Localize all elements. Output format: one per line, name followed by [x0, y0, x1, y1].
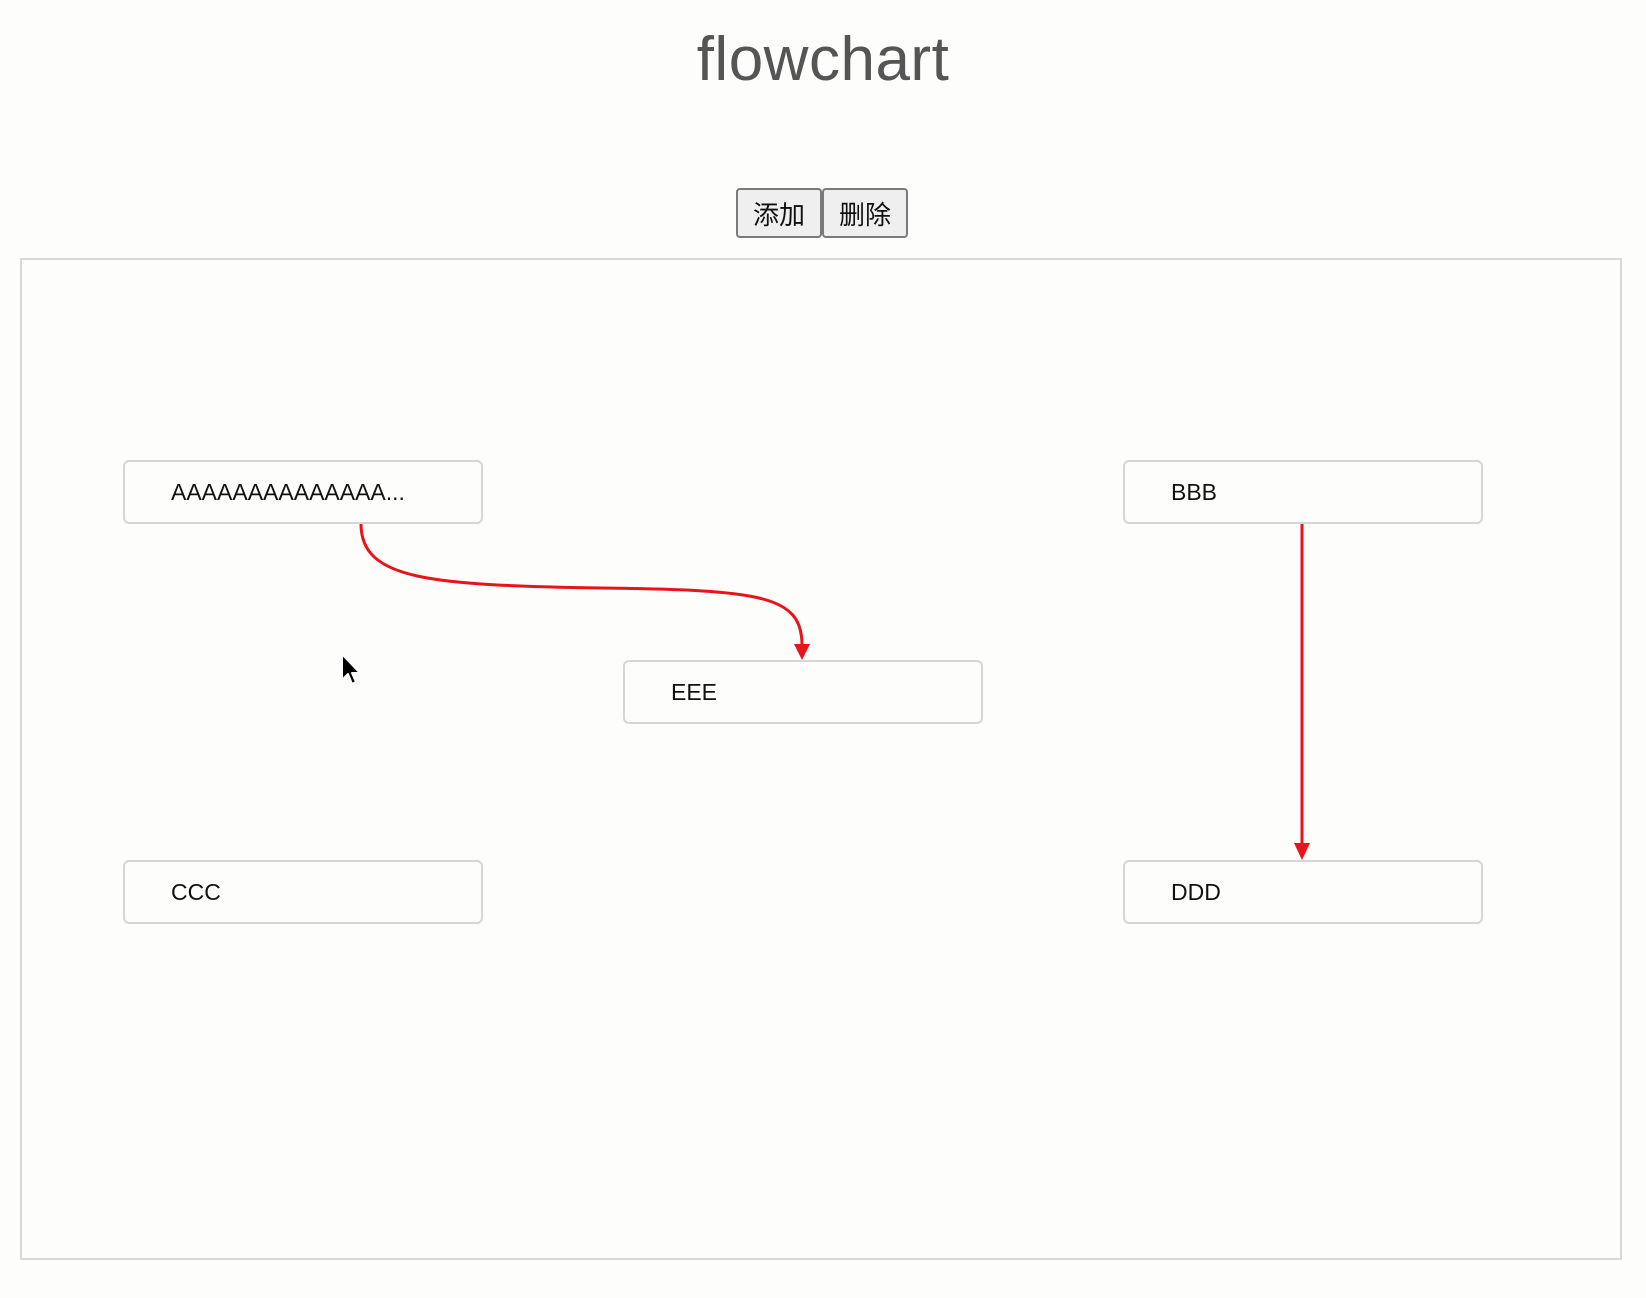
node-e-label: EEE [671, 679, 718, 705]
node-d[interactable]: DDD [1123, 860, 1483, 924]
mouse-cursor-icon [341, 653, 361, 685]
toolbar: 添加 删除 [736, 188, 908, 238]
delete-button[interactable]: 删除 [822, 188, 908, 238]
node-b-label: BBB [1171, 479, 1218, 505]
node-c-label: CCC [171, 879, 221, 905]
add-button[interactable]: 添加 [736, 188, 822, 238]
node-d-label: DDD [1171, 879, 1221, 905]
node-b[interactable]: BBB [1123, 460, 1483, 524]
flowchart-canvas[interactable]: AAAAAAAAAAAAAA... BBB EEE CCC DDD [20, 258, 1622, 1260]
node-a[interactable]: AAAAAAAAAAAAAA... [123, 460, 483, 524]
page-title: flowchart [696, 25, 950, 94]
node-c[interactable]: CCC [123, 860, 483, 924]
node-e[interactable]: EEE [623, 660, 983, 724]
node-a-label: AAAAAAAAAAAAAA... [171, 479, 405, 505]
